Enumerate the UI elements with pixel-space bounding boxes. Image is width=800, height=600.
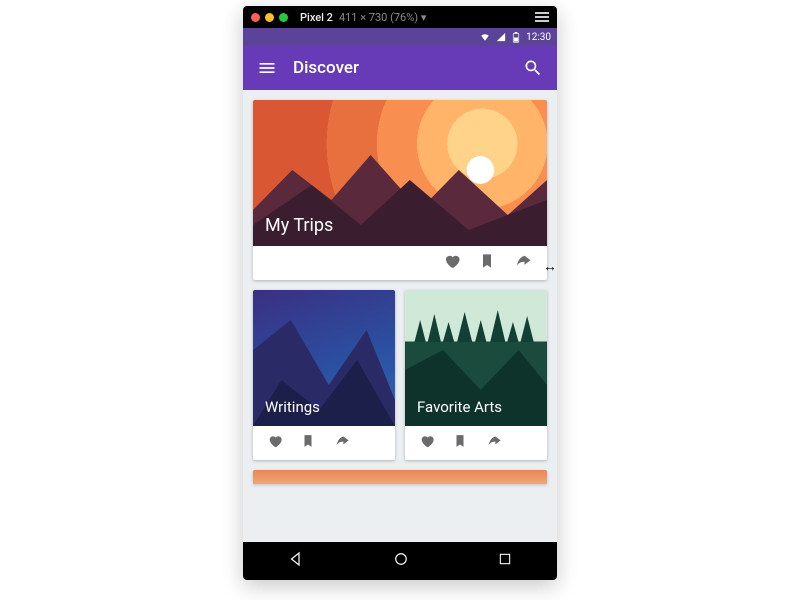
card-writings[interactable]: Writings bbox=[253, 290, 395, 460]
card-actions bbox=[253, 426, 395, 460]
heart-icon[interactable] bbox=[443, 252, 461, 274]
wifi-icon bbox=[480, 32, 490, 42]
battery-icon bbox=[512, 32, 520, 43]
device-frame: Pixel 2 411 × 730 (76%) ▾ 12:30 Discover bbox=[243, 6, 557, 580]
card-title: My Trips bbox=[265, 215, 333, 236]
share-icon[interactable] bbox=[333, 433, 351, 453]
card-title: Favorite Arts bbox=[417, 398, 502, 416]
card-favorite-arts[interactable]: Favorite Arts bbox=[405, 290, 547, 460]
share-icon[interactable] bbox=[513, 252, 533, 274]
card-actions bbox=[253, 246, 547, 280]
status-bar: 12:30 bbox=[243, 28, 557, 46]
zoom-dot-icon[interactable] bbox=[279, 13, 288, 22]
card-image: Favorite Arts bbox=[405, 290, 547, 426]
bookmark-icon[interactable] bbox=[453, 433, 467, 453]
app-bar: Discover bbox=[243, 46, 557, 90]
device-dimensions[interactable]: 411 × 730 (76%) ▾ bbox=[339, 11, 426, 24]
bookmark-icon[interactable] bbox=[301, 433, 315, 453]
card-image: Writings bbox=[253, 290, 395, 426]
status-time: 12:30 bbox=[526, 32, 551, 43]
home-icon[interactable] bbox=[392, 550, 410, 572]
signal-icon bbox=[496, 32, 506, 42]
recents-icon[interactable] bbox=[497, 551, 513, 571]
card-title: Writings bbox=[265, 398, 320, 416]
minimize-dot-icon[interactable] bbox=[265, 13, 274, 22]
card-my-trips[interactable]: My Trips bbox=[253, 100, 547, 280]
window-controls bbox=[251, 13, 288, 22]
device-label[interactable]: Pixel 2 bbox=[300, 11, 333, 24]
devtools-bar: Pixel 2 411 × 730 (76%) ▾ bbox=[243, 6, 557, 28]
canvas: Pixel 2 411 × 730 (76%) ▾ 12:30 Discover bbox=[0, 0, 800, 600]
close-dot-icon[interactable] bbox=[251, 13, 260, 22]
search-icon[interactable] bbox=[519, 54, 547, 82]
page-title: Discover bbox=[293, 58, 507, 78]
card-row: Writings bbox=[253, 290, 547, 460]
heart-icon[interactable] bbox=[267, 433, 283, 453]
resize-cursor-icon[interactable]: ↔ bbox=[543, 258, 557, 275]
card-peek[interactable] bbox=[253, 470, 547, 484]
content-scroll[interactable]: My Trips Writings bbox=[243, 90, 557, 542]
hamburger-menu-icon[interactable] bbox=[253, 54, 281, 82]
bookmark-icon[interactable] bbox=[479, 252, 495, 274]
share-icon[interactable] bbox=[485, 433, 503, 453]
card-actions bbox=[405, 426, 547, 460]
devtools-menu-icon[interactable] bbox=[535, 12, 549, 22]
heart-icon[interactable] bbox=[419, 433, 435, 453]
card-image: My Trips bbox=[253, 100, 547, 246]
back-icon[interactable] bbox=[287, 550, 305, 572]
android-nav-bar bbox=[243, 542, 557, 580]
